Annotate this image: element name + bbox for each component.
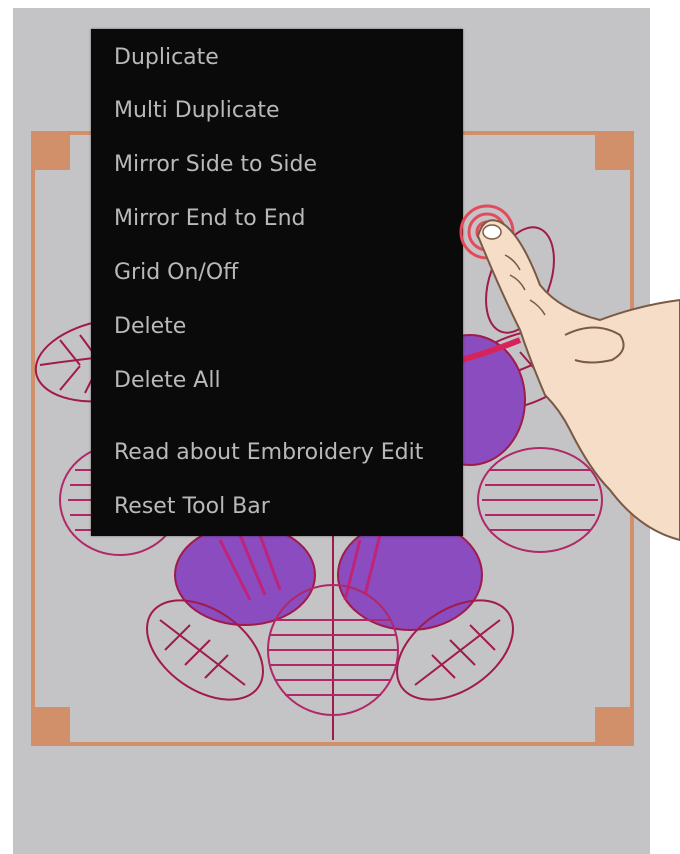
menu-item-reset-tool-bar[interactable]: Reset Tool Bar bbox=[114, 487, 270, 527]
leaf-right-middle bbox=[477, 447, 603, 553]
menu-item-grid-on-off[interactable]: Grid On/Off bbox=[114, 253, 238, 293]
menu-item-read-about-embroidery-edit[interactable]: Read about Embroidery Edit bbox=[114, 433, 423, 473]
menu-item-delete[interactable]: Delete bbox=[114, 307, 186, 347]
context-menu: Duplicate Multi Duplicate Mirror Side to… bbox=[91, 29, 463, 536]
petal-left-lower bbox=[174, 524, 316, 626]
petal-right-lower bbox=[337, 519, 483, 631]
menu-item-mirror-end-to-end[interactable]: Mirror End to End bbox=[114, 199, 306, 239]
menu-item-duplicate[interactable]: Duplicate bbox=[114, 38, 219, 78]
leaf-top bbox=[485, 226, 555, 334]
menu-item-mirror-side-to-side[interactable]: Mirror Side to Side bbox=[114, 145, 317, 185]
menu-item-delete-all[interactable]: Delete All bbox=[114, 361, 221, 401]
menu-item-multi-duplicate[interactable]: Multi Duplicate bbox=[114, 91, 280, 131]
